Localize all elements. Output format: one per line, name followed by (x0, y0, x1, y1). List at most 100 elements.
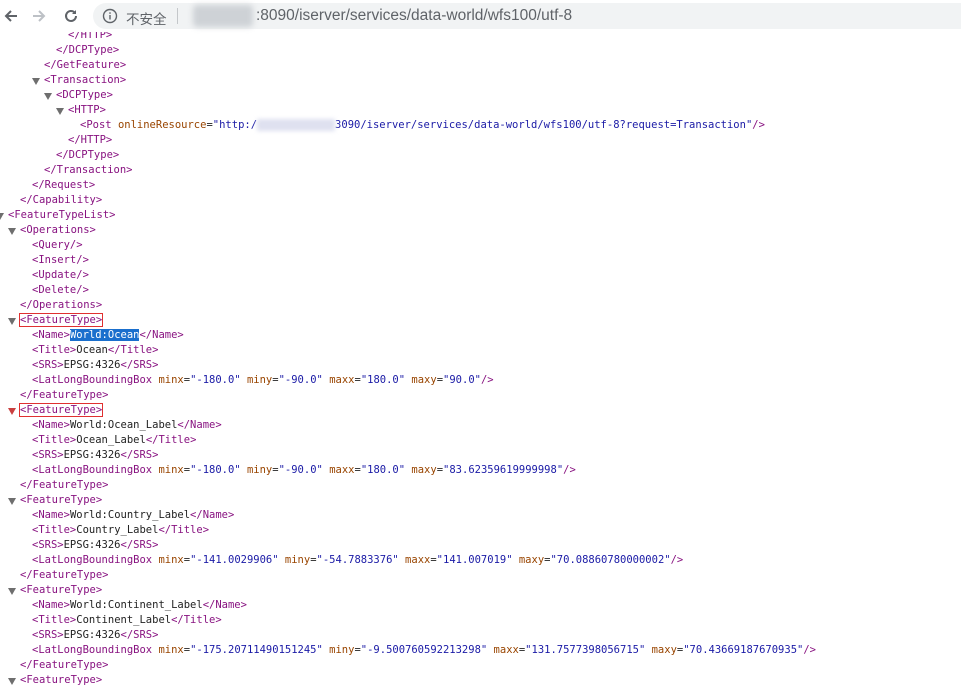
xml-tag-bbox-end: /> (480, 374, 494, 386)
xml-line: </HTTP> (68, 133, 112, 148)
collapse-triangle-icon[interactable] (8, 408, 16, 415)
xml-tag-operation: <Update/> (32, 269, 89, 281)
xml-tag-name-open: <Name> (32, 329, 70, 341)
xml-attr-name: onlineResource (117, 119, 207, 131)
bbox-miny: "-90.0" (278, 374, 323, 386)
feature-srs: EPSG:4326 (63, 629, 121, 641)
highlight-box: <FeatureType> (18, 313, 104, 327)
collapse-triangle-icon[interactable] (44, 93, 52, 100)
bbox-miny: "-54.7883376" (316, 554, 399, 566)
xml-line: </Operations> (20, 298, 102, 313)
xml-line: <Name>World:Continent_Label</Name> (32, 598, 247, 613)
xml-attr-name: maxy (518, 554, 545, 566)
back-arrow-icon (4, 10, 17, 22)
xml-line: </FeatureType> (20, 658, 109, 673)
bbox-minx: "-141.0029906" (190, 554, 279, 566)
url-text[interactable]: :8090/iserver/services/data-world/wfs100… (256, 7, 572, 25)
xml-tag-featuretype-open: <FeatureType> (20, 674, 103, 686)
xml-tag-dcptype-close: </DCPType> (56, 149, 120, 161)
xml-tag-operation: <Insert/> (32, 254, 89, 266)
bbox-miny: "-9.500760592213298" (360, 644, 488, 656)
xml-tag-operation: <Query/> (32, 239, 83, 251)
xml-tag-title-open: <Title> (32, 344, 77, 356)
collapse-triangle-icon[interactable] (8, 498, 16, 505)
feature-srs: EPSG:4326 (63, 449, 121, 461)
xml-line: <Title>Ocean_Label</Title> (32, 433, 196, 448)
xml-line: <FeatureTypeList> (8, 208, 115, 223)
xml-line: </HTTP> (68, 32, 112, 43)
xml-line: </FeatureType> (20, 478, 109, 493)
feature-type-line: <FeatureType> (18, 313, 104, 328)
collapse-triangle-icon[interactable] (32, 78, 40, 85)
xml-tag-featuretypelist-open: <FeatureTypeList> (8, 209, 116, 221)
bbox-maxx: "141.007019" (436, 554, 513, 566)
xml-tag-title-close: </Title> (145, 434, 197, 446)
xml-tag-srs-close: </SRS> (120, 449, 159, 461)
xml-tag-featuretype-close: </FeatureType> (20, 479, 109, 491)
xml-line: <Title>Ocean</Title> (32, 343, 158, 358)
xml-tag-name-open: <Name> (32, 419, 70, 431)
xml-line: <Update/> (32, 268, 89, 283)
address-bar[interactable]: 不安全 :8090/iserver/services/data-world/wf… (93, 3, 961, 29)
info-icon[interactable] (102, 8, 118, 24)
xml-attr-name: minx (158, 554, 184, 566)
xml-attr-value: 3090/iserver/services/data-world/wfs100/… (335, 119, 753, 131)
back-button[interactable] (0, 5, 22, 27)
xml-line: <Delete/> (32, 283, 89, 298)
xml-tag-http-close: </HTTP> (68, 32, 113, 41)
reload-button[interactable] (60, 5, 82, 27)
xml-tag-srs-open: <SRS> (32, 449, 64, 461)
xml-attr-name: miny (246, 374, 273, 386)
xml-tag-operations-close: </Operations> (20, 299, 103, 311)
xml-line: <Transaction> (44, 73, 126, 88)
xml-tag-bbox-open: <LatLongBoundingBox (32, 644, 159, 656)
xml-line: <Post onlineResource="http:/3090/iserver… (80, 119, 765, 131)
xml-tag-getfeature-close: </GetFeature> (44, 59, 127, 71)
collapse-triangle-icon[interactable] (8, 588, 16, 595)
feature-title: Ocean (76, 344, 108, 356)
xml-line: <Name>World:Country_Label</Name> (32, 508, 234, 523)
xml-tag-name-close: </Name> (190, 509, 235, 521)
collapse-triangle-icon[interactable] (8, 228, 16, 235)
xml-tag-srs-open: <SRS> (32, 629, 64, 641)
bbox-minx: "-180.0" (190, 464, 241, 476)
xml-tag-title-close: </Title> (107, 344, 159, 356)
xml-tag-title-close: </Title> (158, 524, 210, 536)
xml-attr-name: minx (158, 374, 184, 386)
bbox-maxx: "131.7577398056715" (525, 644, 646, 656)
not-secure-label: 不安全 (126, 12, 167, 27)
feature-name: World:Continent_Label (69, 599, 203, 611)
xml-tag-srs-open: <SRS> (32, 539, 64, 551)
xml-tag-name-open: <Name> (32, 509, 70, 521)
redacted-host (193, 5, 253, 27)
forward-button[interactable] (28, 5, 50, 27)
xml-line: <SRS>EPSG:4326</SRS> (32, 538, 158, 553)
xml-tag-featuretype-open: <FeatureType> (20, 584, 103, 596)
xml-tag-http-close: </HTTP> (68, 134, 113, 146)
collapse-triangle-icon[interactable] (0, 213, 4, 220)
xml-line: <LatLongBoundingBox minx="-175.207114901… (32, 644, 816, 656)
feature-srs: EPSG:4326 (63, 359, 121, 371)
collapse-triangle-icon[interactable] (8, 318, 16, 325)
xml-line: <SRS>EPSG:4326</SRS> (32, 448, 158, 463)
xml-line: <Insert/> (32, 253, 89, 268)
xml-tag-name-close: </Name> (177, 419, 222, 431)
xml-tag-capability-close: </Capability> (20, 194, 103, 206)
xml-attr-name: miny (329, 644, 355, 656)
collapse-triangle-icon[interactable] (56, 108, 64, 115)
xml-tag-post-open: <Post (80, 119, 118, 131)
bbox-maxy: "90.0" (443, 374, 481, 386)
bbox-minx: "-175.20711490151245" (190, 644, 323, 656)
xml-attr-name: maxy (651, 644, 677, 656)
xml-line: <Name>World:Ocean</Name> (32, 328, 184, 343)
feature-title: Country_Label (76, 524, 159, 536)
xml-tag-dcptype-open: <DCPType> (56, 89, 113, 101)
bbox-maxy: "70.43669187670935" (683, 644, 804, 656)
collapse-triangle-icon[interactable] (8, 678, 16, 685)
bbox-maxx: "180.0" (360, 464, 406, 476)
xml-tag-srs-close: </SRS> (120, 629, 159, 641)
xml-attr-name: minx (158, 464, 184, 476)
feature-name: World:Country_Label (69, 509, 191, 521)
xml-tag-featuretype-open: <FeatureType> (20, 404, 103, 416)
xml-attr-name: miny (284, 554, 311, 566)
